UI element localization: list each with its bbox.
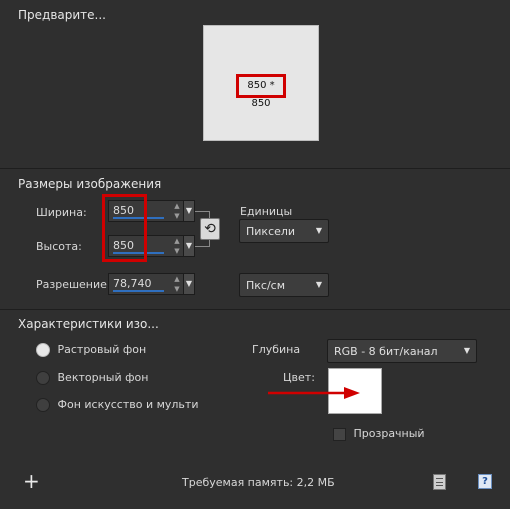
depth-select[interactable]: RGB - 8 бит/канал ▼: [327, 339, 477, 363]
depth-label: Глубина: [252, 343, 301, 356]
radio-art[interactable]: Фон искусство и мульти: [36, 398, 198, 412]
resolution-units-value: Пкс/см: [246, 279, 286, 292]
resolution-spinner[interactable]: ▲ ▼: [172, 274, 182, 294]
characteristics-title: Характеристики изо...: [18, 317, 159, 331]
preview-size-label: 850 * 850: [236, 74, 286, 109]
units-value: Пиксели: [246, 225, 296, 238]
width-spinner[interactable]: ▲ ▼: [172, 201, 182, 221]
radio-raster[interactable]: Растровый фон: [36, 343, 146, 357]
link-icon[interactable]: ⟲: [200, 218, 220, 240]
spin-down-icon[interactable]: ▼: [172, 211, 182, 221]
spin-up-icon[interactable]: ▲: [172, 236, 182, 246]
chevron-down-icon: ▼: [315, 280, 322, 289]
radio-art-label: Фон искусство и мульти: [57, 398, 199, 411]
height-dropdown-button[interactable]: ▼: [183, 236, 194, 256]
width-dropdown-button[interactable]: ▼: [183, 201, 194, 221]
chevron-down-icon: ▼: [463, 346, 470, 355]
height-spinner[interactable]: ▲ ▼: [172, 236, 182, 256]
spin-down-icon[interactable]: ▼: [172, 284, 182, 294]
notes-icon[interactable]: [433, 474, 446, 490]
divider: [0, 168, 510, 169]
radio-raster-label: Растровый фон: [57, 343, 147, 356]
dimensions-title: Размеры изображения: [18, 177, 162, 191]
resolution-underline: [113, 290, 164, 292]
radio-vector[interactable]: Векторный фон: [36, 371, 148, 385]
width-label: Ширина:: [36, 206, 87, 219]
resolution-label: Разрешение:: [36, 278, 111, 291]
resolution-field[interactable]: 78,740 ▲ ▼ ▼: [108, 273, 195, 295]
chevron-down-icon: ▼: [315, 226, 322, 235]
preview-canvas: 850 * 850: [203, 25, 319, 141]
color-label: Цвет:: [283, 371, 315, 384]
divider: [0, 309, 510, 310]
memory-text: Требуемая память: 2,2 МБ: [182, 476, 335, 489]
resolution-units-select[interactable]: Пкс/см ▼: [239, 273, 329, 297]
resolution-dropdown-button[interactable]: ▼: [183, 274, 194, 294]
units-select[interactable]: Пиксели ▼: [239, 219, 329, 243]
spin-up-icon[interactable]: ▲: [172, 274, 182, 284]
transparent-checkbox[interactable]: Прозрачный: [333, 427, 425, 441]
checkbox-icon[interactable]: [333, 427, 346, 441]
depth-value: RGB - 8 бит/канал: [334, 345, 438, 358]
preview-title: Предварите...: [18, 8, 106, 22]
radio-icon[interactable]: [36, 398, 50, 412]
transparent-label: Прозрачный: [353, 427, 425, 440]
radio-icon[interactable]: [36, 371, 50, 385]
resolution-value: 78,740: [113, 277, 152, 290]
height-label: Высота:: [36, 240, 82, 253]
radio-icon[interactable]: [36, 343, 50, 357]
arrow-icon: [268, 387, 360, 399]
spin-up-icon[interactable]: ▲: [172, 201, 182, 211]
highlight-box: [102, 194, 147, 262]
spin-down-icon[interactable]: ▼: [172, 246, 182, 256]
plus-icon[interactable]: +: [23, 471, 40, 491]
units-label: Единицы: [240, 205, 293, 218]
radio-vector-label: Векторный фон: [57, 371, 149, 384]
help-icon[interactable]: ?: [478, 474, 492, 489]
